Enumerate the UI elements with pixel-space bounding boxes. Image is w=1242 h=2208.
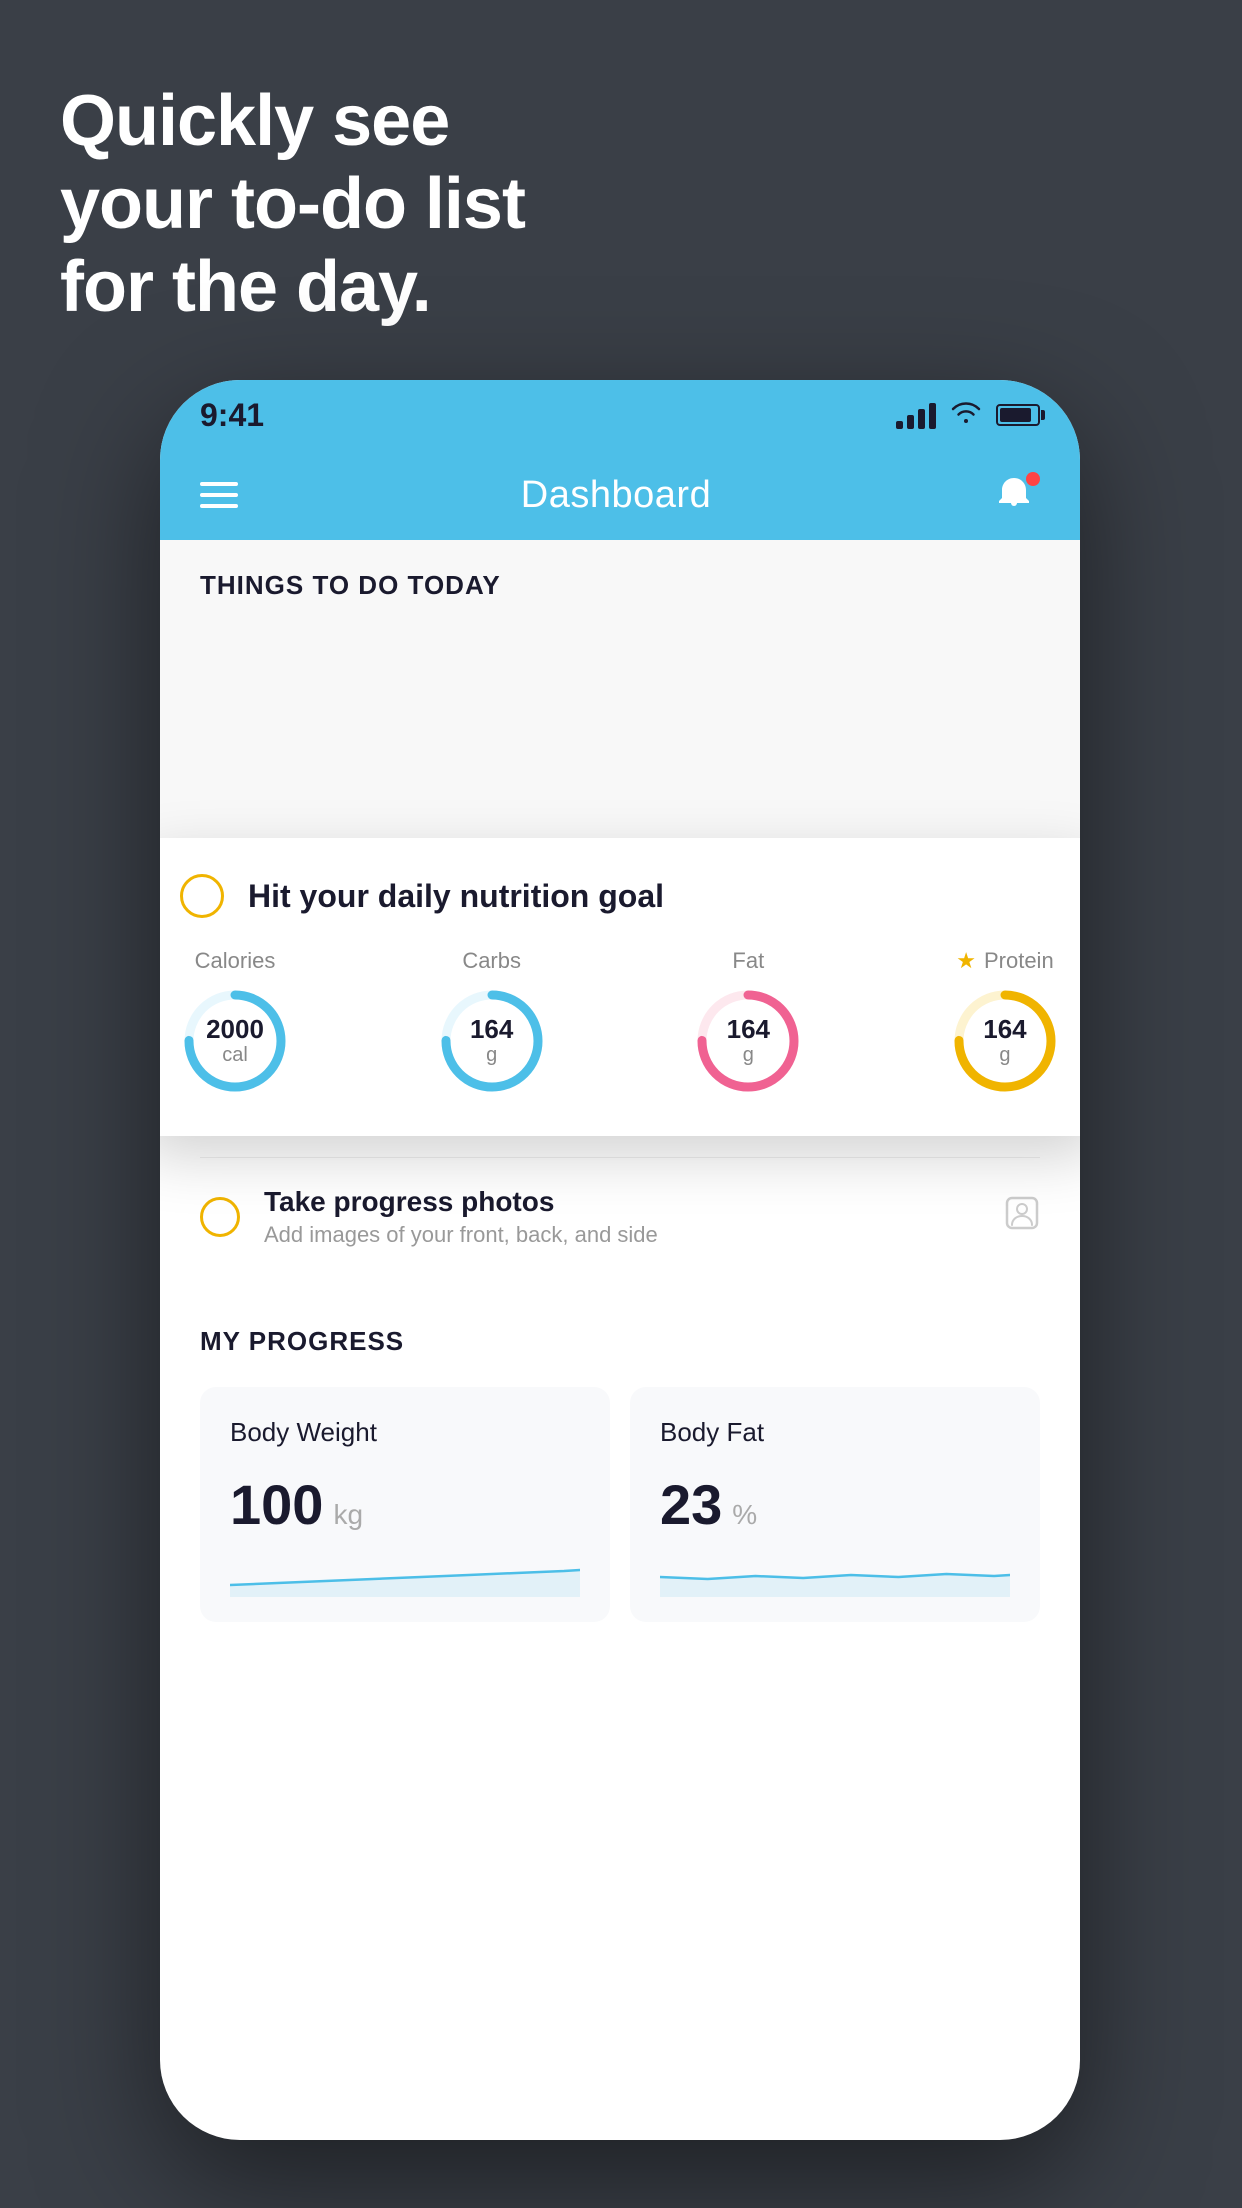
nutrition-fat: Fat 164 g xyxy=(693,948,803,1096)
things-section: THINGS TO DO TODAY Hit your daily nutrit… xyxy=(160,540,1080,1276)
todo-title-photos: Take progress photos xyxy=(264,1186,980,1218)
status-time: 9:41 xyxy=(200,397,264,434)
signal-bars-icon xyxy=(896,401,936,429)
nutrition-protein: ★ Protein 164 g xyxy=(950,948,1060,1096)
nutrition-carbs: Carbs 164 g xyxy=(437,948,547,1096)
star-icon: ★ xyxy=(956,948,976,974)
calories-value: 2000 xyxy=(206,1015,264,1044)
body-fat-title: Body Fat xyxy=(660,1417,1010,1448)
headline-line1: Quickly see xyxy=(60,80,525,163)
progress-card-weight: Body Weight 100 kg xyxy=(200,1387,610,1622)
body-weight-title: Body Weight xyxy=(230,1417,580,1448)
nutrition-card-title: Hit your daily nutrition goal xyxy=(248,878,664,915)
battery-icon xyxy=(996,404,1040,426)
body-weight-value-row: 100 kg xyxy=(230,1472,580,1537)
body-weight-unit: kg xyxy=(333,1499,363,1531)
body-weight-value: 100 xyxy=(230,1472,323,1537)
headline-line3: for the day. xyxy=(60,246,525,329)
todo-item-photos[interactable]: Take progress photos Add images of your … xyxy=(200,1158,1040,1276)
app-title: Dashboard xyxy=(521,474,711,517)
calories-unit: cal xyxy=(206,1044,264,1067)
carbs-value: 164 xyxy=(470,1015,513,1044)
body-fat-chart xyxy=(660,1557,1010,1597)
nutrition-calories: Calories 2000 cal xyxy=(180,948,290,1096)
nutrition-card: Hit your daily nutrition goal Calories xyxy=(160,838,1080,1136)
person-icon xyxy=(1004,1195,1040,1240)
status-bar: 9:41 xyxy=(160,380,1080,450)
carbs-unit: g xyxy=(470,1044,513,1067)
progress-section: MY PROGRESS Body Weight 100 kg Body Fat … xyxy=(160,1276,1080,1662)
status-icons xyxy=(896,400,1040,431)
protein-value: 164 xyxy=(983,1015,1026,1044)
nutrition-card-title-row: Hit your daily nutrition goal xyxy=(180,874,1060,918)
progress-cards: Body Weight 100 kg Body Fat 23 % xyxy=(200,1387,1040,1622)
fat-ring: 164 g xyxy=(693,986,803,1096)
notification-dot xyxy=(1026,472,1040,486)
carbs-label: Carbs xyxy=(462,948,521,974)
body-fat-value: 23 xyxy=(660,1472,722,1537)
headline: Quickly see your to-do list for the day. xyxy=(60,80,525,328)
fat-value: 164 xyxy=(727,1015,770,1044)
fat-unit: g xyxy=(727,1044,770,1067)
body-weight-chart xyxy=(230,1557,580,1597)
protein-label: ★ Protein xyxy=(956,948,1053,974)
phone-frame: 9:41 Da xyxy=(160,380,1080,2140)
carbs-ring: 164 g xyxy=(437,986,547,1096)
protein-unit: g xyxy=(983,1044,1026,1067)
protein-ring: 164 g xyxy=(950,986,1060,1096)
todo-subtitle-photos: Add images of your front, back, and side xyxy=(264,1222,980,1248)
nutrition-checkbox[interactable] xyxy=(180,874,224,918)
headline-line2: your to-do list xyxy=(60,163,525,246)
calories-label: Calories xyxy=(195,948,276,974)
app-header: Dashboard xyxy=(160,450,1080,540)
hamburger-menu-icon[interactable] xyxy=(200,482,238,508)
body-fat-value-row: 23 % xyxy=(660,1472,1010,1537)
fat-label: Fat xyxy=(732,948,764,974)
wifi-icon xyxy=(950,400,982,431)
calories-ring: 2000 cal xyxy=(180,986,290,1096)
nutrition-circles-row: Calories 2000 cal xyxy=(180,948,1060,1096)
body-fat-unit: % xyxy=(732,1499,757,1531)
things-title: THINGS TO DO TODAY xyxy=(200,570,501,600)
progress-title: MY PROGRESS xyxy=(200,1326,1040,1357)
notification-bell-icon[interactable] xyxy=(994,472,1040,518)
todo-text-photos: Take progress photos Add images of your … xyxy=(264,1186,980,1248)
progress-card-bodyfat: Body Fat 23 % xyxy=(630,1387,1040,1622)
todo-circle-photos xyxy=(200,1197,240,1237)
